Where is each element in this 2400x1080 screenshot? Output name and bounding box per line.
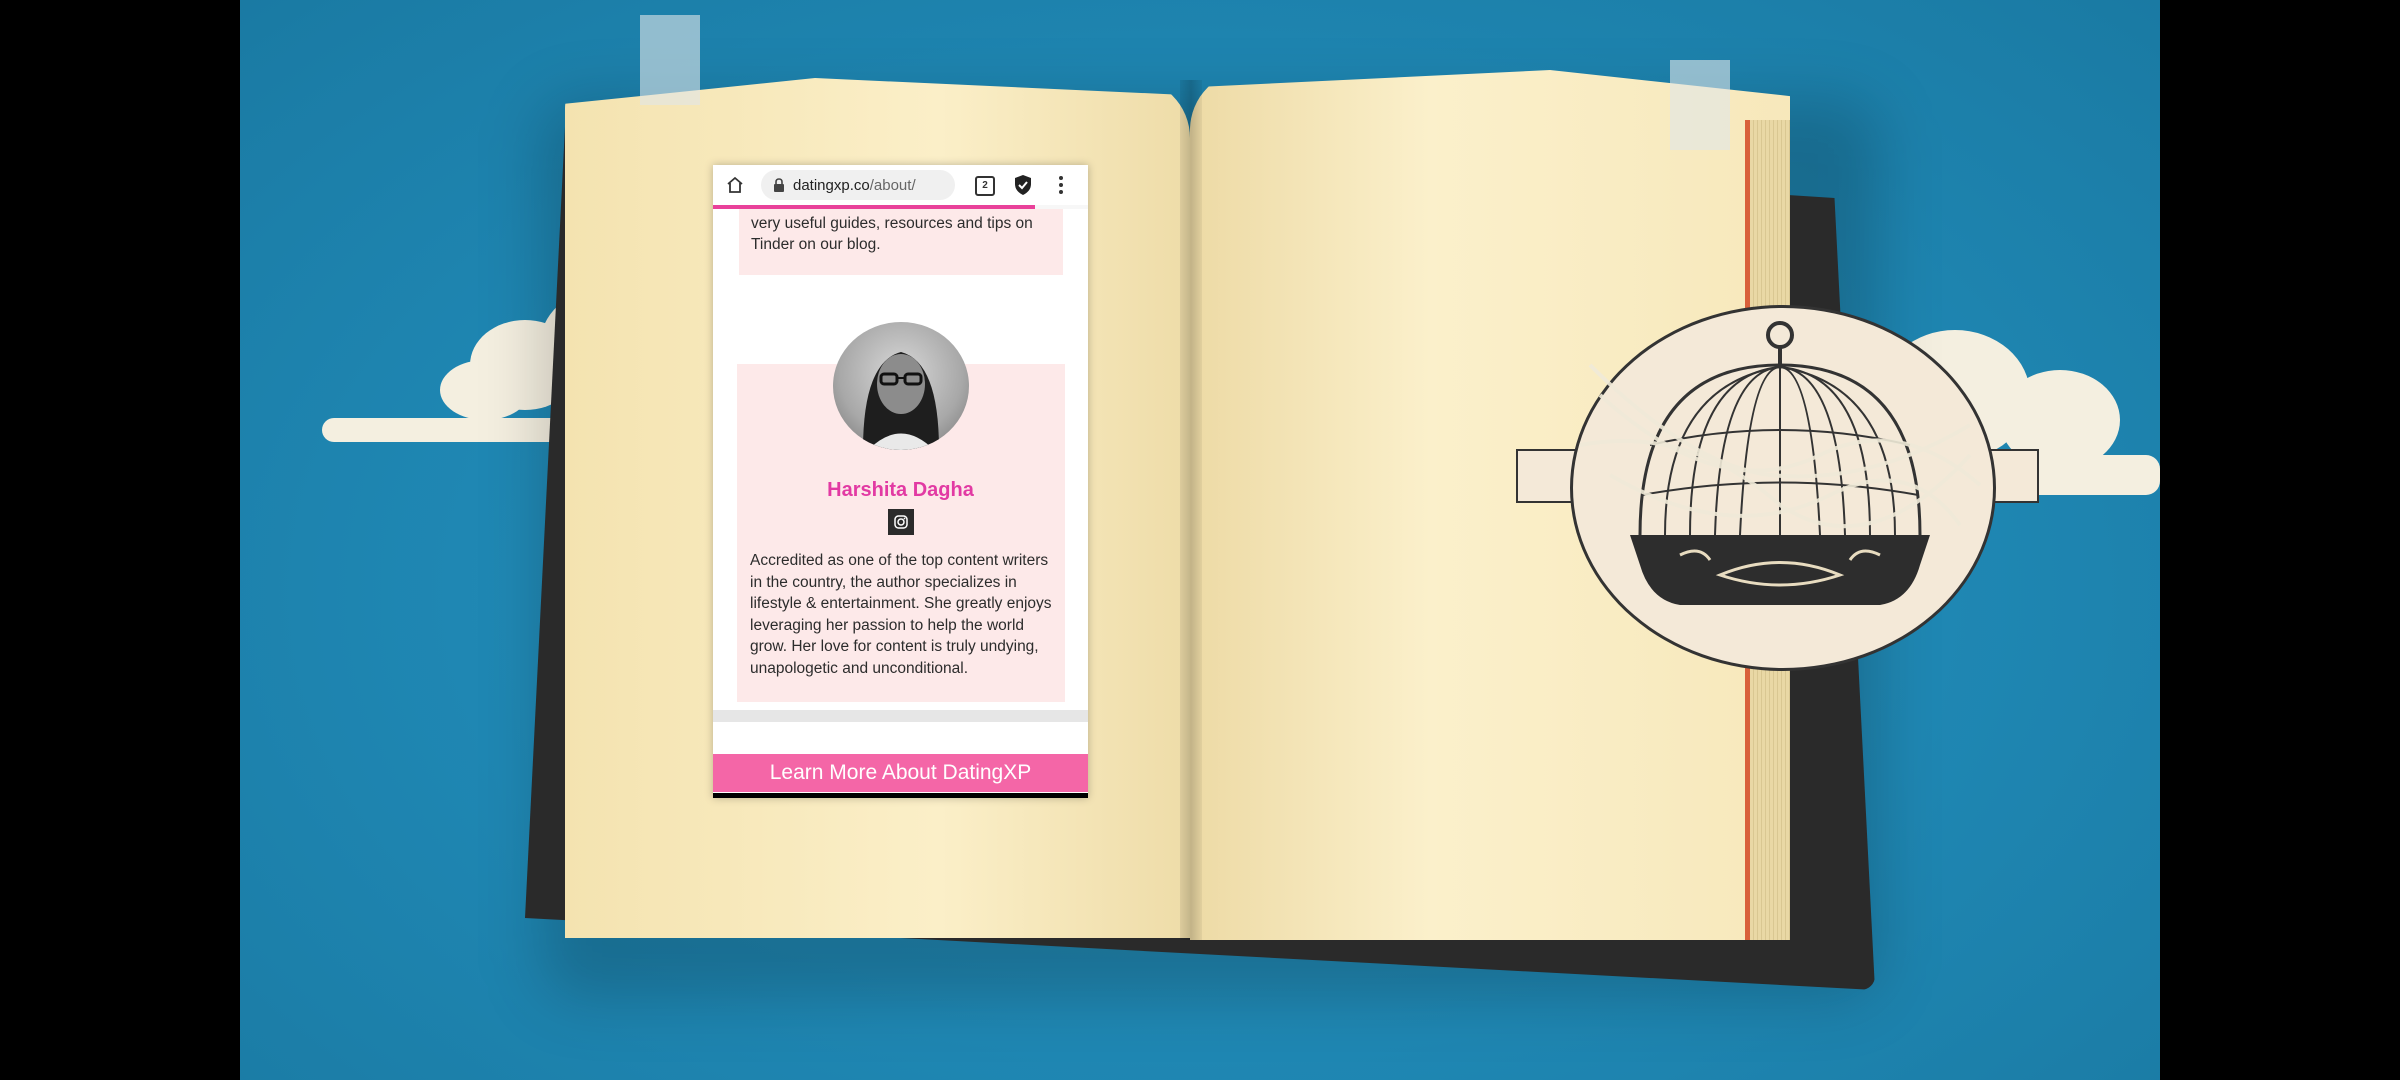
instagram-link[interactable] <box>888 509 914 535</box>
url-text: datingxp.co/about/ <box>793 176 916 194</box>
tape-strip-right <box>1670 60 1730 150</box>
intro-card: very useful guides, resources and tips o… <box>739 209 1063 275</box>
shield-icon[interactable] <box>1013 174 1033 196</box>
section-divider <box>713 710 1088 722</box>
lock-icon <box>774 178 784 192</box>
book-spine <box>1180 80 1202 940</box>
address-bar[interactable]: datingxp.co/about/ <box>761 170 955 200</box>
avatar <box>833 322 969 450</box>
tabs-count-icon[interactable]: 2 <box>975 176 995 196</box>
learn-more-button[interactable]: Learn More About DatingXP <box>713 754 1088 792</box>
tape-strip-left <box>640 15 700 105</box>
video-frame <box>240 0 2160 1080</box>
phone-browser-screenshot: datingxp.co/about/ 2 very useful guides,… <box>713 165 1088 798</box>
more-menu-icon[interactable] <box>1058 175 1064 195</box>
birdcage-illustration <box>1579 321 1982 605</box>
instagram-icon <box>894 515 908 529</box>
intro-snippet: very useful guides, resources and tips o… <box>751 215 1033 253</box>
browser-toolbar: datingxp.co/about/ 2 <box>713 165 1088 205</box>
bottom-edge <box>713 793 1088 798</box>
author-name: Harshita Dagha <box>827 479 974 501</box>
home-icon[interactable] <box>725 175 745 195</box>
page-content: very useful guides, resources and tips o… <box>713 209 1088 798</box>
author-bio: Accredited as one of the top content wri… <box>750 552 1052 677</box>
